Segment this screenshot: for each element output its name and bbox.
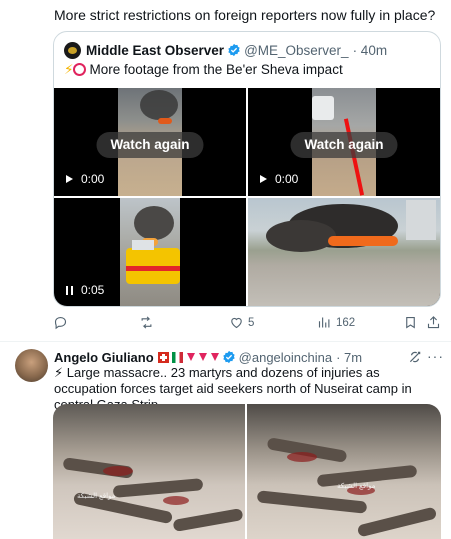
- quote-media-grid: Watch again 0:00 Watch again 0:00 0:05: [54, 88, 440, 306]
- play-icon[interactable]: [66, 175, 73, 183]
- video-time: 0:05: [81, 283, 105, 297]
- verified-badge-icon: [228, 43, 240, 57]
- quote-header: Middle East Observer @ME_Observer_ · 40m: [64, 41, 387, 59]
- italy-flag-icon: [171, 351, 183, 363]
- video-tile-3[interactable]: 0:05: [54, 198, 246, 306]
- watch-again-button[interactable]: Watch again: [96, 132, 204, 158]
- video-controls: 0:00: [66, 172, 104, 186]
- grok-icon[interactable]: [408, 350, 422, 364]
- views-count: 162: [336, 316, 356, 329]
- tweet-text: More strict restrictions on foreign repo…: [54, 7, 436, 23]
- video-controls: 0:00: [260, 172, 298, 186]
- red-triangle-icon: [186, 353, 195, 361]
- quoted-tweet[interactable]: Middle East Observer @ME_Observer_ · 40m…: [53, 31, 441, 307]
- reply-button[interactable]: [53, 315, 72, 330]
- video-time: 0:00: [81, 172, 105, 186]
- quote-timestamp[interactable]: · 40m: [353, 43, 388, 58]
- bookmark-icon: [406, 316, 415, 329]
- like-icon: [231, 317, 242, 329]
- tweet-divider: [0, 341, 451, 342]
- tweet-header: Angelo Giuliano @angeloinchina · 7m: [54, 349, 362, 365]
- pause-icon[interactable]: [66, 285, 73, 295]
- red-triangle-icon: [210, 353, 219, 361]
- share-icon: [427, 316, 440, 329]
- tweet-action-bar: 5 162: [53, 315, 441, 331]
- bookmark-button[interactable]: [403, 315, 418, 330]
- tweet-media[interactable]: مواقع الشبكة مواقع الشبكة: [53, 404, 441, 539]
- video-frame: [120, 198, 180, 306]
- repost-button[interactable]: [139, 315, 158, 330]
- photo-image[interactable]: مواقع الشبكة: [247, 404, 441, 539]
- red-circle-icon: [73, 63, 87, 76]
- photo-tile-4[interactable]: [248, 198, 440, 306]
- share-button[interactable]: [426, 315, 441, 330]
- author-handle[interactable]: @angeloinchina: [239, 350, 332, 365]
- video-time: 0:00: [275, 172, 299, 186]
- video-tile-1[interactable]: Watch again 0:00: [54, 88, 246, 196]
- quote-avatar[interactable]: [64, 41, 81, 59]
- photo-image: [248, 198, 440, 306]
- quote-text: More footage from the Be'er Sheva impact: [89, 62, 343, 77]
- lightning-icon: ⚡: [64, 62, 74, 77]
- quote-text-row: ⚡ More footage from the Be'er Sheva impac…: [64, 62, 343, 78]
- author-name[interactable]: Angelo Giuliano: [54, 350, 154, 365]
- video-tile-2[interactable]: Watch again 0:00: [248, 88, 440, 196]
- swiss-flag-icon: [157, 351, 169, 363]
- quote-author-name[interactable]: Middle East Observer: [86, 43, 224, 58]
- repost-icon: [141, 316, 152, 329]
- timestamp[interactable]: · 7m: [336, 350, 362, 365]
- avatar[interactable]: [15, 349, 48, 382]
- watermark: مواقع الشبكة: [337, 483, 376, 490]
- watch-again-button[interactable]: Watch again: [290, 132, 398, 158]
- views-icon: [318, 317, 330, 328]
- red-triangle-icon: [198, 353, 207, 361]
- reply-icon: [54, 316, 67, 330]
- photo-image[interactable]: مواقع الشبكة: [53, 404, 245, 539]
- like-count: 5: [248, 316, 255, 329]
- play-icon[interactable]: [260, 175, 267, 183]
- views-button[interactable]: 162: [317, 315, 355, 330]
- video-controls: 0:05: [66, 283, 104, 297]
- watermark: مواقع الشبكة: [77, 493, 116, 500]
- verified-badge-icon: [223, 350, 235, 364]
- like-button[interactable]: 5: [229, 315, 254, 330]
- quote-author-handle[interactable]: @ME_Observer_: [244, 43, 349, 58]
- more-icon[interactable]: ···: [427, 348, 444, 364]
